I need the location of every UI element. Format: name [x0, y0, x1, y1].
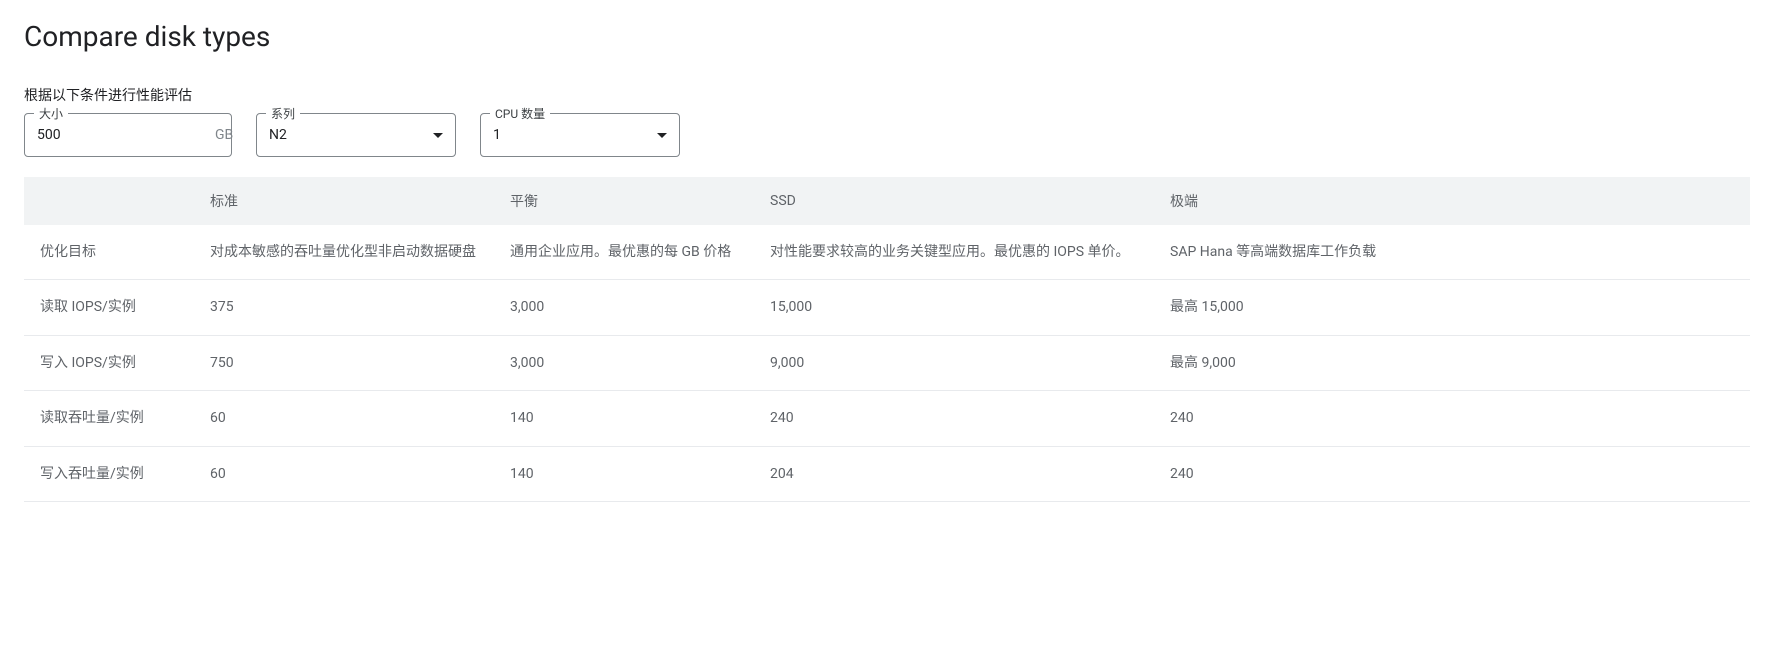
cpu-field-wrapper: CPU 数量 1: [480, 113, 680, 157]
header-balanced: 平衡: [494, 177, 754, 225]
cell-ssd: 9,000: [754, 335, 1154, 390]
comparison-table: 标准 平衡 SSD 极端 优化目标 对成本敏感的吞吐量优化型非启动数据硬盘 通用…: [24, 177, 1750, 502]
table-row: 读取 IOPS/实例 375 3,000 15,000 最高 15,000: [24, 280, 1750, 335]
cell-extreme: 240: [1154, 391, 1750, 446]
cell-ssd: 对性能要求较高的业务关键型应用。最优惠的 IOPS 单价。: [754, 225, 1154, 280]
cell-extreme: 最高 15,000: [1154, 280, 1750, 335]
cell-extreme: 最高 9,000: [1154, 335, 1750, 390]
cell-ssd: 15,000: [754, 280, 1154, 335]
cell-standard: 对成本敏感的吞吐量优化型非启动数据硬盘: [194, 225, 494, 280]
table-row: 写入吞吐量/实例 60 140 204 240: [24, 446, 1750, 501]
size-field-wrapper: 大小 GB: [24, 113, 232, 157]
cell-extreme: 240: [1154, 446, 1750, 501]
row-label: 写入 IOPS/实例: [24, 335, 194, 390]
row-label: 读取 IOPS/实例: [24, 280, 194, 335]
series-value: N2: [269, 127, 287, 143]
row-label: 优化目标: [24, 225, 194, 280]
criteria-label: 根据以下条件进行性能评估: [24, 85, 1750, 105]
cpu-field-label: CPU 数量: [490, 105, 550, 122]
page-title: Compare disk types: [24, 20, 1750, 53]
cpu-value: 1: [493, 127, 501, 143]
cell-balanced: 3,000: [494, 280, 754, 335]
cell-balanced: 通用企业应用。最优惠的每 GB 价格: [494, 225, 754, 280]
size-unit: GB: [215, 127, 233, 143]
table-row: 写入 IOPS/实例 750 3,000 9,000 最高 9,000: [24, 335, 1750, 390]
row-label: 写入吞吐量/实例: [24, 446, 194, 501]
row-label: 读取吞吐量/实例: [24, 391, 194, 446]
header-blank: [24, 177, 194, 225]
cell-ssd: 240: [754, 391, 1154, 446]
table-header-row: 标准 平衡 SSD 极端: [24, 177, 1750, 225]
header-ssd: SSD: [754, 177, 1154, 225]
cell-standard: 60: [194, 391, 494, 446]
chevron-down-icon: [433, 133, 443, 138]
cell-standard: 750: [194, 335, 494, 390]
table-row: 读取吞吐量/实例 60 140 240 240: [24, 391, 1750, 446]
cell-balanced: 3,000: [494, 335, 754, 390]
size-input[interactable]: [37, 127, 215, 143]
chevron-down-icon: [657, 133, 667, 138]
series-field-label: 系列: [266, 105, 300, 122]
series-field-wrapper: 系列 N2: [256, 113, 456, 157]
size-field-label: 大小: [34, 105, 68, 122]
cell-standard: 375: [194, 280, 494, 335]
cell-balanced: 140: [494, 446, 754, 501]
cell-ssd: 204: [754, 446, 1154, 501]
header-extreme: 极端: [1154, 177, 1750, 225]
cell-standard: 60: [194, 446, 494, 501]
header-standard: 标准: [194, 177, 494, 225]
table-row: 优化目标 对成本敏感的吞吐量优化型非启动数据硬盘 通用企业应用。最优惠的每 GB…: [24, 225, 1750, 280]
cell-extreme: SAP Hana 等高端数据库工作负载: [1154, 225, 1750, 280]
controls-row: 大小 GB 系列 N2 CPU 数量 1: [24, 113, 1750, 157]
cell-balanced: 140: [494, 391, 754, 446]
